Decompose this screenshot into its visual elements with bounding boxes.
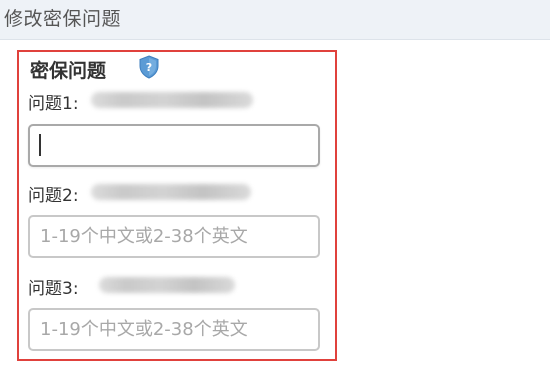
question-1-label: 问题1: [28, 94, 79, 114]
answer-3-input[interactable] [28, 308, 320, 351]
question-3-text-obscured [99, 277, 235, 293]
question-3-label: 问题3: [28, 279, 79, 299]
page-title: 修改密保问题 [4, 8, 122, 30]
security-question-panel: 密保问题 ? 问题1: 问题2: 问题3: [17, 50, 337, 361]
answer-2-input[interactable] [28, 215, 320, 258]
shield-question-icon: ? [139, 55, 159, 79]
question-2-label: 问题2: [28, 186, 79, 206]
answer-1-input[interactable] [28, 124, 320, 167]
header-bar: 修改密保问题 [0, 0, 550, 40]
page: 修改密保问题 密保问题 ? 问题1: 问题2: 问题3: [0, 0, 550, 385]
question-1-text-obscured [91, 92, 253, 108]
section-title: 密保问题 [30, 60, 107, 82]
question-2-text-obscured [91, 184, 251, 200]
svg-text:?: ? [146, 61, 152, 74]
